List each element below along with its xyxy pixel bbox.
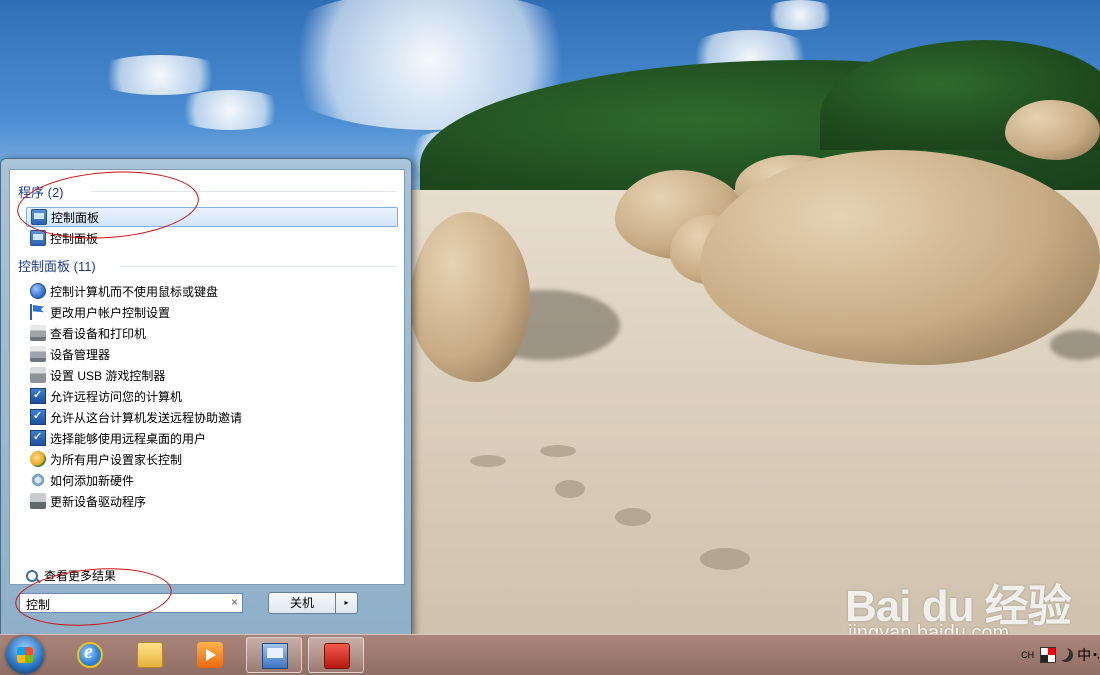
shutdown-button[interactable]: 关机 [268,592,336,614]
result-item-label: 更改用户帐户控制设置 [50,305,171,320]
result-item[interactable]: 设置 USB 游戏控制器 [26,365,398,385]
footprint [615,508,651,526]
result-item[interactable]: 更新设备驱动程序 [26,491,398,511]
game-controller-icon [30,367,46,383]
result-item-label: 查看设备和打印机 [50,326,147,341]
result-item[interactable]: 控制计算机而不使用鼠标或键盘 [26,281,398,301]
device-manager-icon [30,346,46,362]
taskbar-media-player-button[interactable] [182,637,238,673]
toolbox-icon [324,643,350,669]
remote-assistance-icon [30,409,46,425]
result-item[interactable]: 更改用户帐户控制设置 [26,302,398,322]
result-item-label: 设置 USB 游戏控制器 [50,368,166,383]
taskbar-explorer-button[interactable] [122,637,178,673]
uac-flag-icon [30,304,46,320]
ime-mode-moon-icon[interactable] [1059,648,1073,662]
internet-explorer-icon [77,641,103,668]
driver-update-icon [30,493,46,509]
result-item-label: 设备管理器 [50,347,111,362]
rock [700,150,1100,365]
taskbar-toolbox-button[interactable] [308,637,364,673]
remote-access-icon [30,388,46,404]
result-item-label: 允许远程访问您的计算机 [50,389,183,404]
clear-search-icon[interactable]: × [231,595,238,609]
group-divider [120,266,396,267]
footprint [540,445,576,457]
result-item[interactable]: 设备管理器 [26,344,398,364]
ime-chinese-mode[interactable]: 中 [1077,645,1091,665]
taskbar-control-panel-button[interactable] [246,637,302,673]
rock [1005,100,1100,160]
cloud [760,0,840,30]
add-hardware-icon [30,472,46,488]
cloud [170,90,290,130]
group-title-control-panel: 控制面板 (11) [18,259,96,274]
system-tray: CH 中 •, [1021,641,1100,669]
cloud [90,55,230,95]
footprint [555,480,585,498]
taskbar-ie-button[interactable] [62,637,118,673]
result-item[interactable]: 如何添加新硬件 [26,470,398,490]
rock [410,212,530,382]
start-menu: 程序 (2) 控制面板 控制面板 控制面板 (11) 控制计算机而不使用鼠标或键… [0,158,412,636]
shutdown-split-button: 关机 ▸ [268,592,358,614]
result-item-label: 允许从这台计算机发送远程协助邀请 [50,410,243,425]
search-icon [26,569,38,582]
result-item-label: 更新设备驱动程序 [50,494,147,509]
ease-of-access-icon [30,283,46,299]
result-item-label: 控制计算机而不使用鼠标或键盘 [50,284,219,299]
result-item[interactable]: 选择能够使用远程桌面的用户 [26,428,398,448]
result-item[interactable]: 为所有用户设置家长控制 [26,449,398,469]
taskbar: CH 中 •, [0,634,1100,675]
result-item-label: 如何添加新硬件 [50,473,135,488]
printer-icon [30,325,46,341]
ime-punctuation-mode[interactable]: •, [1093,649,1100,661]
shutdown-options-arrow-icon[interactable]: ▸ [336,592,358,614]
ime-icon[interactable] [1040,647,1057,663]
language-indicator[interactable]: CH [1021,650,1034,660]
result-item-label: 选择能够使用远程桌面的用户 [50,431,207,446]
result-item[interactable]: 允许远程访问您的计算机 [26,386,398,406]
result-item[interactable]: 允许从这台计算机发送远程协助邀请 [26,407,398,427]
media-player-icon [197,642,223,668]
start-orb-button[interactable] [6,636,44,674]
parental-controls-icon [30,451,46,467]
control-panel-icon [262,643,288,669]
footprint [470,455,506,467]
result-item-label: 为所有用户设置家长控制 [50,452,183,467]
folder-icon [137,642,163,668]
result-item[interactable]: 查看设备和打印机 [26,323,398,343]
footprint [700,548,750,570]
remote-desktop-icon [30,430,46,446]
